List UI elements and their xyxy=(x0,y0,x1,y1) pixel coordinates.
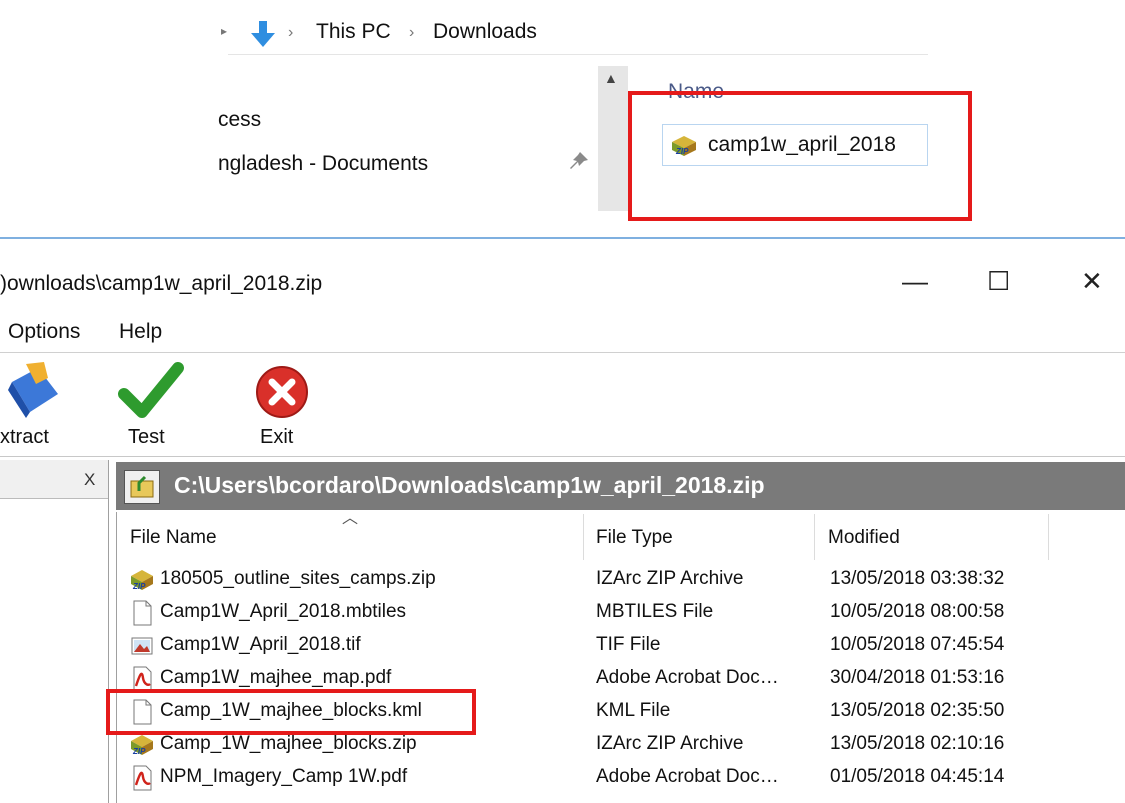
zip-icon: ZIP xyxy=(130,732,154,758)
downloads-arrow-icon xyxy=(251,21,275,47)
file-type-cell: TIF File xyxy=(596,634,661,655)
file-modified-cell: 01/05/2018 04:45:14 xyxy=(830,766,1005,787)
window-divider xyxy=(0,237,1125,239)
table-row[interactable]: NPM_Imagery_Camp 1W.pdf Adobe Acrobat Doc… xyxy=(116,761,1056,794)
file-name-cell: 180505_outline_sites_camps.zip xyxy=(160,568,436,589)
file-name-cell: Camp1W_April_2018.mbtiles xyxy=(160,601,407,622)
highlight-box xyxy=(106,689,476,735)
file-modified-cell: 10/05/2018 07:45:54 xyxy=(830,634,1005,655)
file-type-cell: IZArc ZIP Archive xyxy=(596,733,744,754)
zip-icon: ZIP xyxy=(130,567,154,593)
menu-divider xyxy=(0,352,1125,353)
window-title: )ownloads\camp1w_april_2018.zip xyxy=(0,272,323,295)
column-separator[interactable] xyxy=(1048,514,1049,560)
breadcrumb-separator-icon: › xyxy=(409,24,415,41)
exit-icon[interactable] xyxy=(254,364,310,420)
file-modified-cell: 10/05/2018 08:00:58 xyxy=(830,601,1005,622)
file-modified-cell: 13/05/2018 02:10:16 xyxy=(830,733,1005,754)
close-panel-button[interactable]: X xyxy=(84,470,95,490)
archive-path: C:\Users\bcordaro\Downloads\camp1w_april… xyxy=(174,472,765,498)
table-row[interactable]: ZIP 180505_outline_sites_camps.zip IZArc Z… xyxy=(116,563,1056,596)
toolbar-divider xyxy=(0,456,1125,457)
menu-options[interactable]: Options xyxy=(8,320,80,344)
file-name-cell: Camp_1W_majhee_blocks.zip xyxy=(160,733,417,754)
breadcrumb-downloads[interactable]: Downloads xyxy=(433,20,537,44)
back-chevron-icon[interactable]: ▸ xyxy=(221,24,227,38)
file-type-cell: IZArc ZIP Archive xyxy=(596,568,744,589)
file-name-cell: Camp1W_majhee_map.pdf xyxy=(160,667,392,688)
pdf-icon xyxy=(130,765,154,791)
scrollbar[interactable] xyxy=(598,66,628,211)
file-type-cell: Adobe Acrobat Doc… xyxy=(596,667,779,688)
table-row[interactable]: Camp1W_April_2018.mbtiles MBTILES File 10/… xyxy=(116,596,1056,629)
up-folder-icon[interactable] xyxy=(124,470,160,504)
svg-text:ZIP: ZIP xyxy=(132,747,146,756)
file-modified-cell: 13/05/2018 02:35:50 xyxy=(830,700,1005,721)
pin-icon[interactable] xyxy=(568,150,590,172)
file-name-cell: NPM_Imagery_Camp 1W.pdf xyxy=(160,766,408,787)
image-file-icon xyxy=(130,633,154,659)
file-name-cell: Camp1W_April_2018.tif xyxy=(160,634,361,655)
sort-ascending-icon: ︿ xyxy=(342,510,359,527)
blank-file-icon xyxy=(130,600,154,626)
file-type-cell: Adobe Acrobat Doc… xyxy=(596,766,779,787)
close-button[interactable]: ✕ xyxy=(1081,266,1103,297)
highlight-box xyxy=(628,91,972,221)
scroll-up-icon[interactable]: ▲ xyxy=(604,70,618,86)
column-file-type[interactable]: File Type xyxy=(596,527,673,549)
file-type-cell: KML File xyxy=(596,700,671,721)
maximize-button[interactable]: ☐ xyxy=(987,266,1010,297)
nav-item-bangladesh-documents[interactable]: ngladesh - Documents xyxy=(218,152,428,176)
file-type-cell: MBTILES File xyxy=(596,601,714,622)
minimize-button[interactable]: — xyxy=(902,266,928,297)
column-file-name[interactable]: File Name xyxy=(130,527,217,549)
column-modified[interactable]: Modified xyxy=(828,527,900,549)
menu-help[interactable]: Help xyxy=(119,320,162,344)
column-separator[interactable] xyxy=(814,514,815,560)
folder-tree-panel[interactable] xyxy=(0,460,109,803)
extract-icon[interactable] xyxy=(4,360,62,422)
breadcrumb-separator-icon: › xyxy=(288,24,294,41)
svg-text:ZIP: ZIP xyxy=(132,582,146,591)
nav-item-quick-access[interactable]: cess xyxy=(218,108,261,132)
extract-label[interactable]: xtract xyxy=(0,426,49,449)
breadcrumb-this-pc[interactable]: This PC xyxy=(316,20,391,44)
file-modified-cell: 30/04/2018 01:53:16 xyxy=(830,667,1005,688)
test-label[interactable]: Test xyxy=(128,426,165,449)
test-check-icon[interactable] xyxy=(118,362,184,420)
file-modified-cell: 13/05/2018 03:38:32 xyxy=(830,568,1005,589)
column-separator[interactable] xyxy=(583,514,584,560)
table-row[interactable]: Camp1W_April_2018.tif TIF File 10/05/2018 … xyxy=(116,629,1056,662)
exit-label[interactable]: Exit xyxy=(260,426,293,449)
